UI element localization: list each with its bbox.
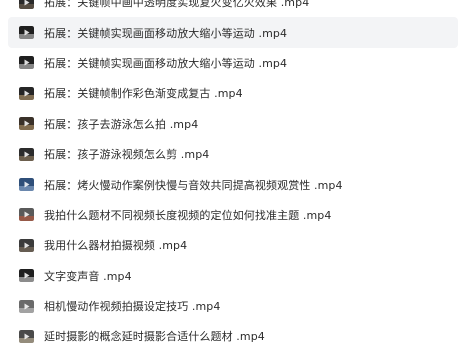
file-name: 文字变声音 .mp4 [44,269,132,283]
file-name: 拓展：关键帧中画中透明度实现复火变亿火效果 .mp4 [44,0,310,10]
video-thumbnail-icon [19,178,34,192]
file-list-item[interactable]: 拓展：关键帧制作彩色渐变成复古 .mp4 [8,78,458,108]
file-list-item[interactable]: 拓展：烤火慢动作案例快慢与音效共同提高视频观赏性 .mp4 [8,169,458,199]
video-thumbnail-icon [19,208,34,222]
file-list: 拓展：关键帧中画中透明度实现复火变亿火效果 .mp4 拓展：关键帧实现画面移动放大… [8,0,458,352]
file-name: 延时摄影的概念延时摄影合适什么题材 .mp4 [44,330,265,344]
file-name: 我用什么器材拍摄视频 .mp4 [44,239,188,253]
file-list-item[interactable]: 拓展：孩子游泳视频怎么剪 .mp4 [8,139,458,169]
file-name: 拓展：关键帧实现画面移动放大缩小等运动 .mp4 [44,26,288,40]
file-name: 我拍什么题材不同视频长度视频的定位如何找准主题 .mp4 [44,208,332,222]
video-thumbnail-icon [19,26,34,40]
video-thumbnail-icon [19,269,34,283]
file-name: 相机慢动作视频拍摄设定技巧 .mp4 [44,300,221,314]
file-list-item[interactable]: 拓展：关键帧实现画面移动放大缩小等运动 .mp4 [8,17,458,48]
video-thumbnail-icon [19,117,34,131]
video-thumbnail-icon [19,299,34,313]
file-list-item[interactable]: 拓展：关键帧实现画面移动放大缩小等运动 .mp4 [8,48,458,78]
file-list-item[interactable]: 我拍什么题材不同视频长度视频的定位如何找准主题 .mp4 [8,200,458,230]
file-name: 拓展：关键帧制作彩色渐变成复古 .mp4 [44,87,243,101]
file-name: 拓展：孩子去游泳怎么拍 .mp4 [44,117,199,131]
file-list-item[interactable]: 延时摄影的概念延时摄影合适什么题材 .mp4 [8,321,458,351]
video-thumbnail-icon [19,0,34,9]
file-list-item[interactable]: 我用什么器材拍摄视频 .mp4 [8,230,458,260]
file-name: 拓展：孩子游泳视频怎么剪 .mp4 [44,148,210,162]
file-list-item[interactable]: 相机慢动作视频拍摄设定技巧 .mp4 [8,291,458,321]
video-thumbnail-icon [19,329,34,343]
video-thumbnail-icon [19,56,34,70]
file-list-item[interactable]: 拓展：孩子去游泳怎么拍 .mp4 [8,109,458,139]
file-list-item[interactable]: 文字变声音 .mp4 [8,261,458,291]
file-name: 拓展：关键帧实现画面移动放大缩小等运动 .mp4 [44,56,288,70]
video-thumbnail-icon [19,86,34,100]
video-thumbnail-icon [19,238,34,252]
video-thumbnail-icon [19,147,34,161]
file-name: 拓展：烤火慢动作案例快慢与音效共同提高视频观赏性 .mp4 [44,178,343,192]
file-list-item[interactable]: 拓展：关键帧中画中透明度实现复火变亿火效果 .mp4 [8,0,458,17]
